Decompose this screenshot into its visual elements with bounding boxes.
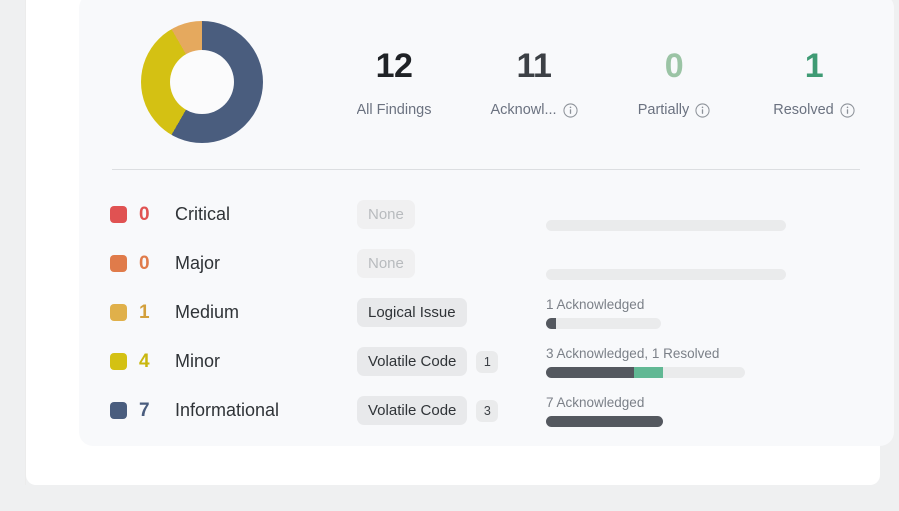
stat-label: Resolved <box>773 102 834 118</box>
finding-tag[interactable]: None <box>357 249 415 278</box>
severity-count: 7 <box>139 399 150 421</box>
progress-cell: 3 Acknowledged, 1 Resolved <box>537 346 894 378</box>
progress-acknowledged-fill <box>546 415 663 427</box>
tag-count-badge: 1 <box>476 350 499 373</box>
severity-name: Medium <box>175 302 240 322</box>
stat-value: 12 <box>375 47 413 85</box>
severity-count: 1 <box>139 301 150 323</box>
severity-color-swatch <box>110 304 127 321</box>
stat-label: Acknowl... <box>490 102 557 118</box>
stat-label-row: All Findings <box>324 102 464 118</box>
tag-cell: Logical Issue <box>357 298 537 327</box>
info-circle-icon[interactable] <box>840 102 855 118</box>
page-panel: 12 All Findings 11 Acknowl... 0 Partially 1 Res… <box>26 0 894 485</box>
severity-count: 4 <box>139 350 150 372</box>
severity-row[interactable]: 1 Medium Logical Issue 1 Acknowledged <box>79 288 894 337</box>
severity-rows: 0 Critical None 0 Major None 1 Medium Logical Is… <box>79 190 894 435</box>
progress-cell: 7 Acknowledged <box>537 395 894 427</box>
progress-bar <box>546 366 745 378</box>
finding-tag[interactable]: Volatile Code <box>357 347 468 376</box>
progress-cell <box>537 199 894 231</box>
progress-cell: 1 Acknowledged <box>537 297 894 329</box>
tag-count-badge: 3 <box>476 399 499 422</box>
severity-color-swatch <box>110 353 127 370</box>
summary-header: 12 All Findings 11 Acknowl... 0 Partially 1 Res… <box>79 0 894 169</box>
summary-stats: 12 All Findings 11 Acknowl... 0 Partially 1 Res… <box>324 45 894 118</box>
stat-value: 0 <box>664 47 684 85</box>
stat-label-row: Acknowl... <box>464 102 604 118</box>
finding-tag[interactable]: None <box>357 200 415 229</box>
findings-summary-card: 12 All Findings 11 Acknowl... 0 Partially 1 Res… <box>79 0 894 446</box>
severity-color-swatch <box>110 402 127 419</box>
progress-bar <box>546 317 661 329</box>
info-circle-icon[interactable] <box>695 102 710 118</box>
severity-name: Major <box>175 253 221 273</box>
stat-all-findings: 12 All Findings <box>324 45 464 118</box>
tag-cell: None <box>357 200 537 229</box>
progress-resolved-fill <box>633 366 664 378</box>
stat-label-row: Partially <box>604 102 744 118</box>
progress-label <box>546 199 894 215</box>
progress-label: 1 Acknowledged <box>546 296 645 312</box>
severity-color-swatch <box>110 255 127 272</box>
progress-bar <box>546 219 786 231</box>
stat-label: Partially <box>637 102 690 118</box>
severity-row[interactable]: 0 Major None <box>79 239 894 288</box>
donut-chart-wrap <box>79 20 324 143</box>
severity-row[interactable]: 4 Minor Volatile Code 1 3 Acknowledged, 1 Re… <box>79 337 894 386</box>
severity-count: 0 <box>139 252 150 274</box>
progress-acknowledged-fill <box>546 317 557 329</box>
severity-name: Critical <box>175 204 231 224</box>
stat-value: 11 <box>516 47 552 85</box>
stat-label: All Findings <box>356 102 432 118</box>
finding-tag[interactable]: Volatile Code <box>357 396 468 425</box>
stat-partially: 0 Partially <box>604 45 744 118</box>
progress-label <box>546 248 894 264</box>
findings-donut-chart <box>140 20 263 143</box>
finding-tag[interactable]: Logical Issue <box>357 298 467 327</box>
severity-name: Informational <box>175 400 280 420</box>
severity-name: Minor <box>175 351 221 371</box>
progress-acknowledged-fill <box>546 366 634 378</box>
progress-cell <box>537 248 894 280</box>
tag-cell: None <box>357 249 537 278</box>
severity-row[interactable]: 0 Critical None <box>79 190 894 239</box>
severity-count: 0 <box>139 203 150 225</box>
header-divider <box>112 169 860 170</box>
severity-color-swatch <box>110 206 127 223</box>
stat-label-row: Resolved <box>744 102 884 118</box>
stat-resolved: 1 Resolved <box>744 45 884 118</box>
progress-label: 7 Acknowledged <box>546 394 645 410</box>
severity-row[interactable]: 7 Informational Volatile Code 3 7 Acknowledg… <box>79 386 894 435</box>
progress-bar <box>546 268 786 280</box>
info-circle-icon[interactable] <box>562 102 578 118</box>
stat-acknowl: 11 Acknowl... <box>464 45 604 118</box>
progress-bar <box>546 415 663 427</box>
tag-cell: Volatile Code 1 <box>357 347 537 376</box>
stat-value: 1 <box>804 47 824 85</box>
progress-label: 3 Acknowledged, 1 Resolved <box>546 345 720 361</box>
tag-cell: Volatile Code 3 <box>357 396 537 425</box>
